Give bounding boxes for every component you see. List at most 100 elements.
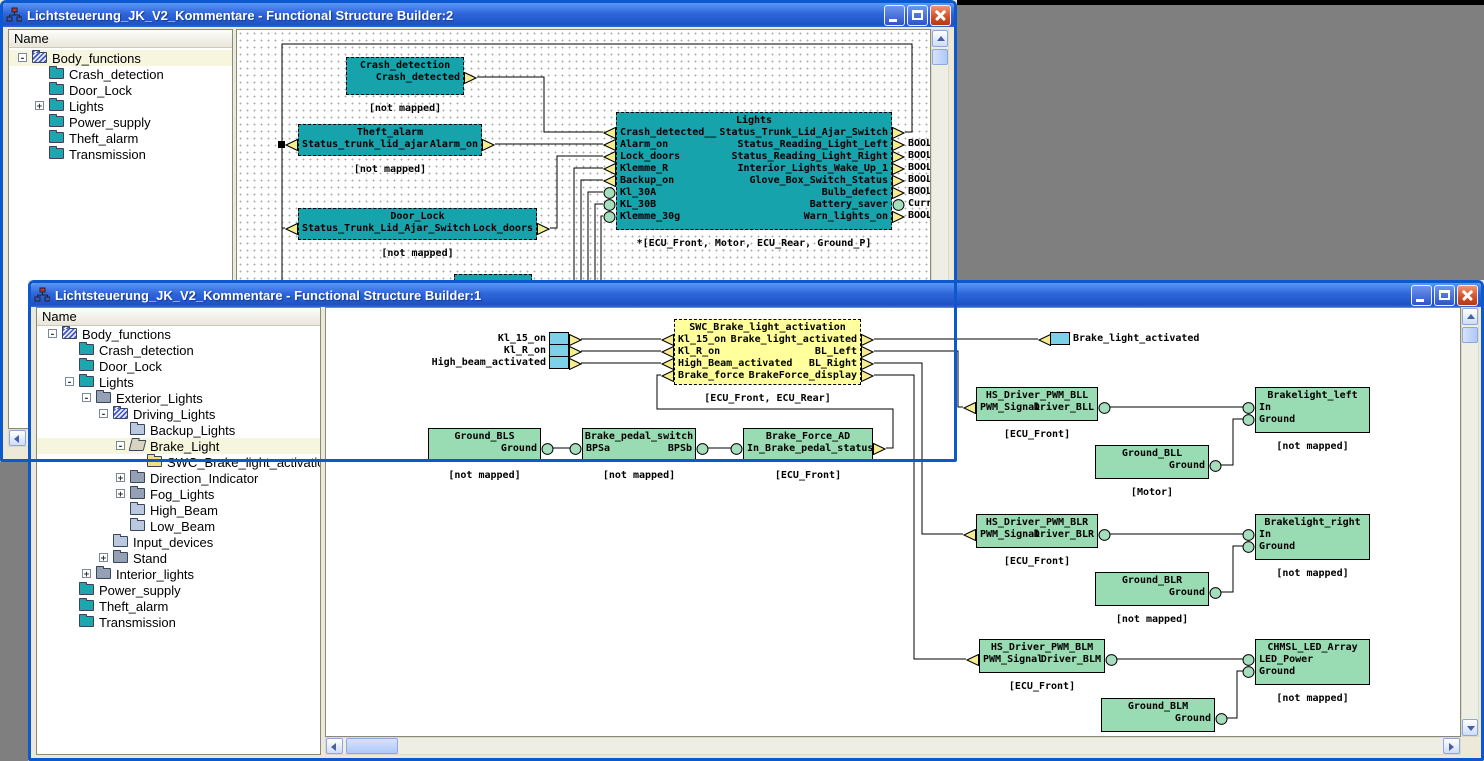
horizontal-scrollbar-1[interactable]	[325, 737, 1461, 755]
tree-item-body-functions[interactable]: -Body_functions	[9, 50, 232, 66]
tree-item-transmission[interactable]: Transmission	[37, 614, 320, 630]
tree-item-theft-alarm[interactable]: Theft_alarm	[37, 598, 320, 614]
tree-item-label: Crash_detection	[99, 343, 194, 358]
port-row: Klemme_RInterior_Lights_Wake_Up_1	[620, 163, 888, 175]
block-lights[interactable]: LightsCrash_detected__Status_Trunk_Lid_A…	[616, 112, 892, 230]
tree-item-brake-light[interactable]: -Brake_Light	[37, 438, 320, 454]
collapse-toggle-icon[interactable]: -	[18, 53, 27, 62]
scroll-left-button[interactable]	[326, 738, 343, 754]
port-label: Warn_lights_on	[804, 211, 888, 223]
port-label: Driver_BLR	[1034, 529, 1094, 541]
tree-header[interactable]: Name	[37, 308, 320, 326]
tree-item-lights[interactable]: +Lights	[9, 98, 232, 114]
block-brake-pedal-switch[interactable]: Brake_pedal_switchBPSaBPSb	[582, 428, 696, 462]
titlebar-window-1[interactable]: Lichtsteuerung_JK_V2_Kommentare - Functi…	[31, 283, 1481, 307]
tree-item-label: Stand	[133, 551, 167, 566]
tree-item-lights[interactable]: -Lights	[37, 374, 320, 390]
block-title: Brake_Force_AD	[744, 431, 872, 443]
port-blob-icon	[1242, 665, 1255, 677]
tree-item-stand[interactable]: + Stand	[37, 550, 320, 566]
scrollbar-thumb[interactable]	[346, 738, 398, 754]
expand-toggle-icon[interactable]: +	[116, 489, 125, 498]
expand-toggle-icon[interactable]: +	[35, 101, 44, 110]
block-crash-detection[interactable]: Crash_detectionCrash_detected	[346, 57, 464, 95]
close-button[interactable]	[930, 5, 951, 26]
tree-item-interior-lights[interactable]: +Interior_lights	[37, 566, 320, 582]
tree-item-high-beam[interactable]: High_Beam	[37, 502, 320, 518]
folder-icon	[147, 456, 162, 467]
tree-item-direction-indicator[interactable]: + Direction_Indicator	[37, 470, 320, 486]
block-brakelight-right[interactable]: Brakelight_rightInGround	[1255, 514, 1370, 560]
tree-item-crash-detection[interactable]: Crash_detection	[9, 66, 232, 82]
block-theft-alarm[interactable]: Theft_alarmStatus_trunk_lid_ajarAlarm_on	[298, 124, 482, 156]
block-hs-driver-pwm-blr[interactable]: HS_Driver_PWM_BLRPWM_SignalDriver_BLR	[976, 514, 1098, 548]
collapse-toggle-icon[interactable]: -	[116, 441, 125, 450]
tree-item-power-supply[interactable]: Power_supply	[9, 114, 232, 130]
diagram-canvas-1[interactable]: SWC_Brake_light_activationKl_15_onBrake_…	[325, 307, 1461, 737]
tree-item-swc-brake-light-activation[interactable]: SWC_Brake_light_activation	[37, 454, 320, 470]
tree-item-body-functions[interactable]: -Body_functions	[37, 326, 320, 342]
minimize-button[interactable]	[1411, 285, 1432, 306]
tree-item-door-lock[interactable]: Door_Lock	[9, 82, 232, 98]
scrollbar-thumb[interactable]	[1462, 327, 1478, 343]
tree-item-label: Input_devices	[133, 535, 213, 550]
block-ground-bls[interactable]: Ground_BLSGround	[428, 428, 541, 462]
block-brakelight-left[interactable]: Brakelight_leftInGround	[1255, 387, 1370, 433]
input-port[interactable]	[549, 356, 569, 369]
port-label: Driver_BLL	[1034, 402, 1094, 414]
block-hs-driver-pwm-blm[interactable]: HS_Driver_PWM_BLMPWM_SignalDriver_BLM	[979, 639, 1105, 673]
output-port[interactable]	[1050, 332, 1070, 345]
tree-item-backup-lights[interactable]: Backup_Lights	[37, 422, 320, 438]
expand-toggle-icon[interactable]: +	[116, 473, 125, 482]
block-hs-driver-pwm-bll[interactable]: HS_Driver_PWM_BLLPWM_SignalDriver_BLL	[976, 387, 1098, 421]
collapse-toggle-icon[interactable]: -	[48, 329, 57, 338]
port-label: Status_Trunk_Lid_Ajar_Switch	[719, 127, 888, 139]
vertical-scrollbar-1[interactable]	[1461, 307, 1479, 737]
scroll-up-button[interactable]	[1462, 308, 1478, 325]
close-button[interactable]	[1457, 285, 1478, 306]
tree-item-door-lock[interactable]: Door_Lock	[37, 358, 320, 374]
maximize-button[interactable]	[907, 5, 928, 26]
port-label: Ground	[1259, 414, 1295, 426]
block-brake-force-ad[interactable]: Brake_Force_ADIn_Brake_pedal_status	[743, 428, 873, 462]
block-chmsl-led-array[interactable]: CHMSL_LED_ArrayLED_PowerGround	[1255, 639, 1370, 685]
scroll-left-button[interactable]	[9, 430, 26, 446]
block-title: Ground_BLL	[1096, 448, 1208, 460]
block-ground-blm[interactable]: Ground_BLMGround	[1101, 698, 1215, 732]
tree-item-label: Exterior_Lights	[116, 391, 203, 406]
tree-item-low-beam[interactable]: Low_Beam	[37, 518, 320, 534]
maximize-button[interactable]	[1434, 285, 1455, 306]
port-triangle-icon	[873, 442, 886, 454]
block-ground-bll[interactable]: Ground_BLLGround	[1095, 445, 1209, 479]
port-label: Status_Reading_Light_Left	[737, 139, 888, 151]
tree-item-crash-detection[interactable]: Crash_detection	[37, 342, 320, 358]
tree-item-label: Direction_Indicator	[150, 471, 258, 486]
tree-item-driving-lights[interactable]: -Driving_Lights	[37, 406, 320, 422]
scroll-right-button[interactable]	[1443, 738, 1460, 754]
collapse-toggle-icon[interactable]: -	[99, 409, 108, 418]
tree-item-power-supply[interactable]: Power_supply	[37, 582, 320, 598]
tree-item-fog-lights[interactable]: +Fog_Lights	[37, 486, 320, 502]
tree-item-transmission[interactable]: Transmission	[9, 146, 232, 162]
minimize-button[interactable]	[884, 5, 905, 26]
scroll-down-button[interactable]	[1462, 719, 1478, 736]
port-triangle-icon	[661, 345, 674, 357]
scrollbar-thumb[interactable]	[932, 49, 948, 65]
expand-toggle-icon[interactable]: +	[82, 569, 91, 578]
port-row: PWM_SignalDriver_BLR	[980, 529, 1094, 541]
collapse-toggle-icon[interactable]: -	[82, 393, 91, 402]
scroll-up-button[interactable]	[932, 30, 948, 47]
tree-item-input-devices[interactable]: Input_devices	[37, 534, 320, 550]
folder-icon	[96, 392, 111, 403]
block-door-lock[interactable]: Door_LockStatus_Trunk_Lid_Ajar_SwitchLoc…	[298, 208, 537, 240]
tree-item-exterior-lights[interactable]: - Exterior_Lights	[37, 390, 320, 406]
titlebar-window-2[interactable]: Lichtsteuerung_JK_V2_Kommentare - Functi…	[3, 3, 954, 27]
expand-toggle-icon[interactable]: +	[99, 553, 108, 562]
collapse-toggle-icon[interactable]: -	[65, 377, 74, 386]
block-ground-blr[interactable]: Ground_BLRGround	[1095, 572, 1209, 606]
tree-item-theft-alarm[interactable]: Theft_alarm	[9, 130, 232, 146]
port-label: Alarm_on	[430, 139, 478, 151]
tree-header[interactable]: Name	[9, 30, 232, 48]
block-title: HS_Driver_PWM_BLL	[977, 390, 1097, 402]
block-swc-brake-light-activation[interactable]: SWC_Brake_light_activationKl_15_onBrake_…	[674, 319, 861, 385]
